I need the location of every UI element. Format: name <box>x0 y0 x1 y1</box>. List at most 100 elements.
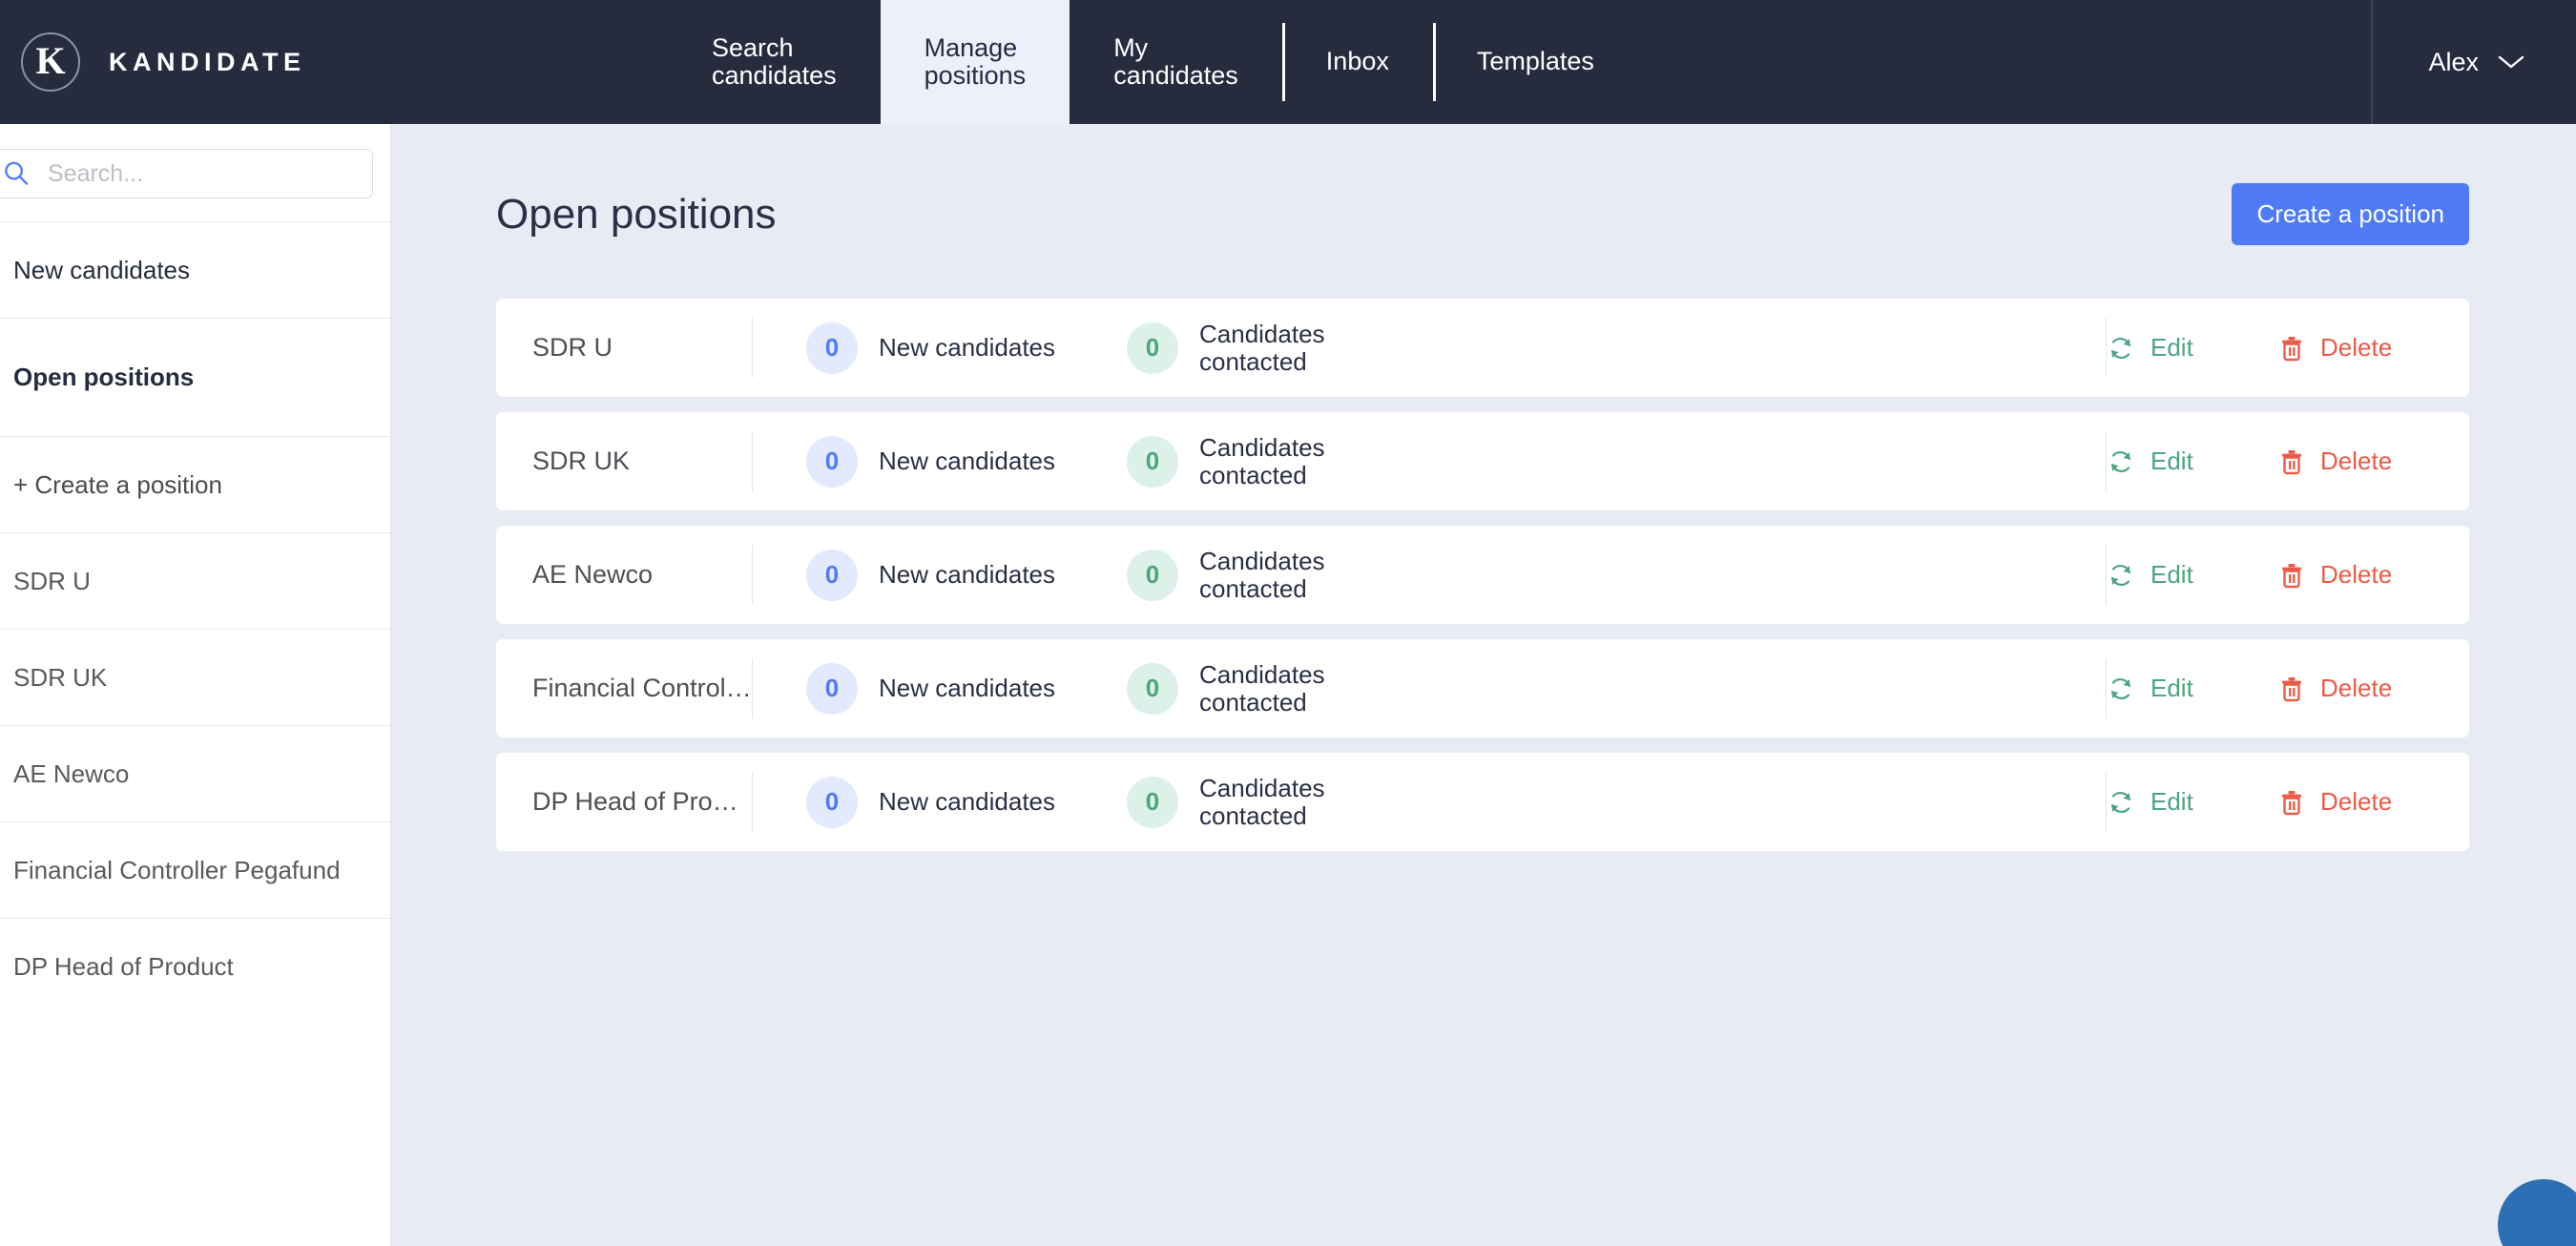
trash-icon <box>2278 561 2305 590</box>
candidates-contacted-label: Candidates contacted <box>1199 661 1371 716</box>
page-title: Open positions <box>496 191 777 239</box>
refresh-icon <box>2107 334 2135 363</box>
edit-button[interactable]: Edit <box>2107 674 2278 703</box>
position-title: SDR UK <box>532 446 752 476</box>
position-card[interactable]: Financial Controller Pe... 0 New candida… <box>496 639 2469 737</box>
nav-item-my-candidates[interactable]: My candidates <box>1070 0 1282 124</box>
card-actions: Edit Delete <box>2107 787 2469 817</box>
position-title: Financial Controller Pe... <box>532 674 752 703</box>
delete-label: Delete <box>2320 787 2392 817</box>
edit-label: Edit <box>2150 787 2193 817</box>
nav-item-templates[interactable]: Templates <box>1433 0 1638 124</box>
refresh-icon <box>2107 561 2135 590</box>
trash-icon <box>2278 788 2305 817</box>
search-input[interactable] <box>48 160 355 188</box>
new-candidates-count: 0 <box>806 777 858 828</box>
sidebar-position-sdr-u[interactable]: SDR U <box>0 532 390 629</box>
main-content: Open positions Create a position SDR U 0… <box>391 124 2576 1246</box>
position-title: AE Newco <box>532 560 752 590</box>
position-card[interactable]: SDR UK 0 New candidates 0 Candidates con… <box>496 412 2469 510</box>
metric-candidates-contacted: 0 Candidates contacted <box>1070 321 1371 375</box>
metric-new-candidates: 0 New candidates <box>753 322 1070 374</box>
edit-label: Edit <box>2150 674 2193 703</box>
new-candidates-label: New candidates <box>879 561 1070 589</box>
card-actions: Edit Delete <box>2107 333 2469 363</box>
metric-candidates-contacted: 0 Candidates contacted <box>1070 775 1371 829</box>
nav-item-inbox[interactable]: Inbox <box>1282 0 1433 124</box>
new-candidates-label: New candidates <box>879 675 1070 702</box>
search-box[interactable] <box>0 149 373 198</box>
candidates-contacted-count: 0 <box>1127 436 1178 488</box>
search-icon <box>3 159 31 188</box>
logo-letter: K <box>35 42 65 80</box>
delete-button[interactable]: Delete <box>2278 787 2469 817</box>
delete-button[interactable]: Delete <box>2278 446 2469 476</box>
candidates-contacted-count: 0 <box>1127 550 1178 601</box>
edit-label: Edit <box>2150 446 2193 476</box>
metric-candidates-contacted: 0 Candidates contacted <box>1070 548 1371 602</box>
sidebar-position-ae-newco[interactable]: AE Newco <box>0 725 390 821</box>
new-candidates-count: 0 <box>806 550 858 601</box>
sidebar-item-new-candidates[interactable]: New candidates <box>0 221 390 318</box>
new-candidates-count: 0 <box>806 322 858 374</box>
new-candidates-label: New candidates <box>879 788 1070 816</box>
create-a-position-button[interactable]: Create a position <box>2232 183 2469 245</box>
metric-new-candidates: 0 New candidates <box>753 777 1070 828</box>
delete-label: Delete <box>2320 446 2392 476</box>
new-candidates-label: New candidates <box>879 334 1070 362</box>
edit-button[interactable]: Edit <box>2107 560 2278 590</box>
delete-button[interactable]: Delete <box>2278 560 2469 590</box>
metric-new-candidates: 0 New candidates <box>753 663 1070 715</box>
main-header: Open positions Create a position <box>391 124 2576 245</box>
edit-label: Edit <box>2150 560 2193 590</box>
card-actions: Edit Delete <box>2107 446 2469 476</box>
kandidate-logo-icon: K <box>21 32 80 92</box>
card-actions: Edit Delete <box>2107 674 2469 703</box>
edit-button[interactable]: Edit <box>2107 446 2278 476</box>
trash-icon <box>2278 675 2305 703</box>
edit-button[interactable]: Edit <box>2107 787 2278 817</box>
refresh-icon <box>2107 788 2135 817</box>
edit-button[interactable]: Edit <box>2107 333 2278 363</box>
positions-list: SDR U 0 New candidates 0 Candidates cont… <box>391 299 2576 851</box>
brand-name: KANDIDATE <box>109 48 306 77</box>
position-card[interactable]: AE Newco 0 New candidates 0 Candidates c… <box>496 526 2469 624</box>
card-actions: Edit Delete <box>2107 560 2469 590</box>
metric-candidates-contacted: 0 Candidates contacted <box>1070 661 1371 716</box>
nav-item-manage-positions[interactable]: Manage positions <box>881 0 1070 124</box>
position-title: DP Head of Product <box>532 787 752 817</box>
sidebar-search-wrap <box>0 124 390 221</box>
candidates-contacted-label: Candidates contacted <box>1199 321 1371 375</box>
nav-links: Search candidates Manage positions My ca… <box>668 0 2576 124</box>
brand-logo[interactable]: K KANDIDATE <box>0 0 668 124</box>
delete-button[interactable]: Delete <box>2278 674 2469 703</box>
candidates-contacted-label: Candidates contacted <box>1199 434 1371 488</box>
nav-spacer <box>1638 0 2372 124</box>
new-candidates-label: New candidates <box>879 447 1070 475</box>
refresh-icon <box>2107 675 2135 703</box>
sidebar-heading-open-positions: Open positions <box>0 318 390 436</box>
sidebar-position-sdr-uk[interactable]: SDR UK <box>0 629 390 725</box>
delete-button[interactable]: Delete <box>2278 333 2469 363</box>
sidebar-position-dp-head-of-product[interactable]: DP Head of Product <box>0 918 390 1014</box>
position-card[interactable]: DP Head of Product 0 New candidates 0 Ca… <box>496 753 2469 851</box>
sidebar-position-financial-controller[interactable]: Financial Controller Pegafund <box>0 821 390 918</box>
delete-label: Delete <box>2320 674 2392 703</box>
edit-label: Edit <box>2150 333 2193 363</box>
new-candidates-count: 0 <box>806 663 858 715</box>
nav-item-search-candidates[interactable]: Search candidates <box>668 0 881 124</box>
trash-icon <box>2278 334 2305 363</box>
metric-new-candidates: 0 New candidates <box>753 550 1070 601</box>
candidates-contacted-label: Candidates contacted <box>1199 548 1371 602</box>
refresh-icon <box>2107 447 2135 476</box>
user-menu[interactable]: Alex <box>2371 0 2576 124</box>
chevron-down-icon <box>2498 54 2524 70</box>
sidebar: New candidates Open positions + Create a… <box>0 124 391 1246</box>
sidebar-create-position[interactable]: + Create a position <box>0 436 390 532</box>
candidates-contacted-count: 0 <box>1127 777 1178 828</box>
metric-candidates-contacted: 0 Candidates contacted <box>1070 434 1371 488</box>
position-card[interactable]: SDR U 0 New candidates 0 Candidates cont… <box>496 299 2469 397</box>
user-name: Alex <box>2428 48 2479 77</box>
app-root: K KANDIDATE Search candidates Manage pos… <box>0 0 2576 1246</box>
position-title: SDR U <box>532 333 752 363</box>
